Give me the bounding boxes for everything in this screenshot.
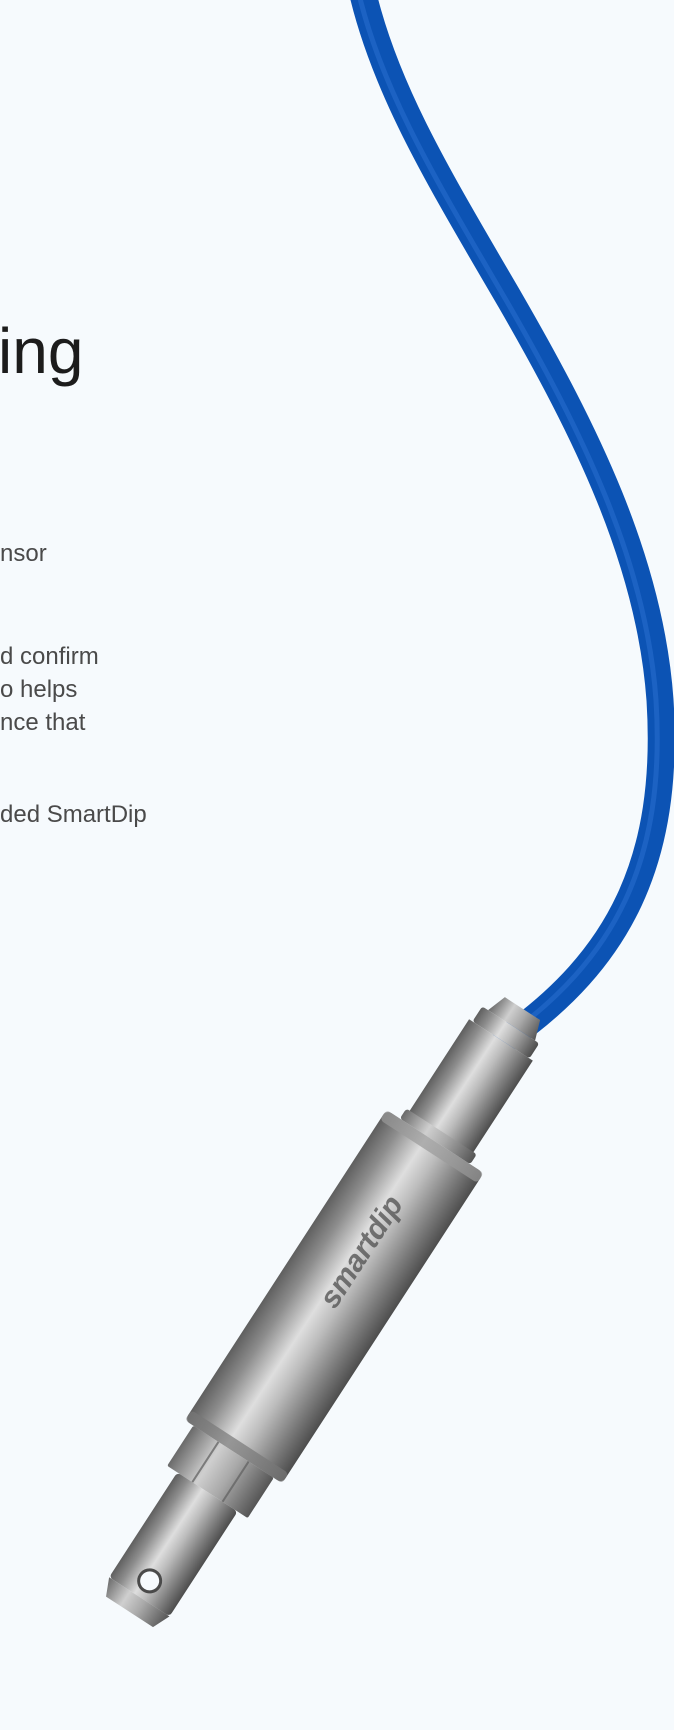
smartdip-sensor-image: smartdip bbox=[106, 0, 674, 1628]
page: ing nsor d confirm o helps nce that ded … bbox=[0, 0, 674, 1730]
